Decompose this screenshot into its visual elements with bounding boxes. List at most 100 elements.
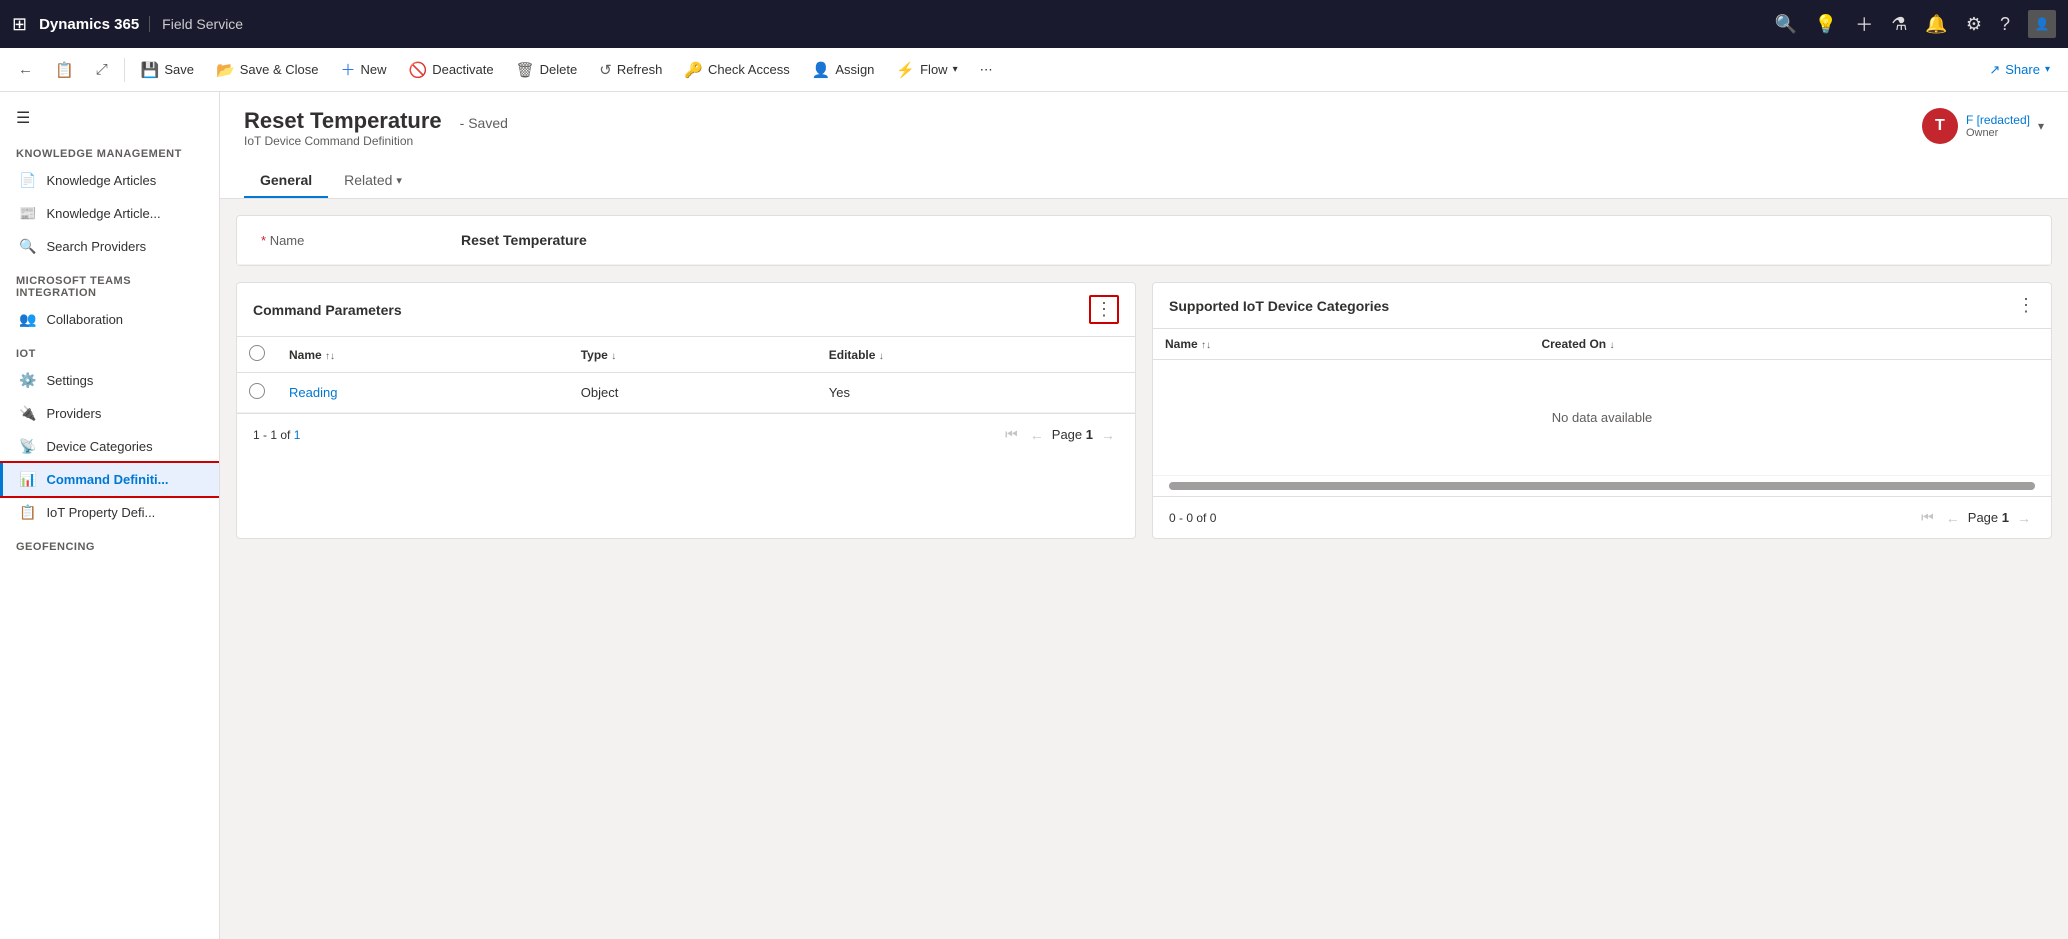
prev-page-button[interactable]: ← (1026, 425, 1048, 445)
tab-related-label: Related (344, 172, 392, 188)
expand-icon: ⤢ (96, 61, 108, 78)
sidebar-item-providers[interactable]: 🔌 Providers (0, 397, 219, 430)
sidebar-item-label: IoT Property Defi... (46, 505, 155, 520)
deactivate-label: Deactivate (432, 62, 493, 77)
col-name[interactable]: Name ↑↓ (277, 337, 569, 373)
supported-iot-panel: Supported IoT Device Categories ⋮ Name ↑… (1152, 282, 2052, 539)
back-button[interactable]: ← (8, 55, 43, 84)
owner-name[interactable]: F [redacted] (1966, 113, 2030, 127)
flow-button[interactable]: ⚡ Flow ▾ (886, 55, 967, 85)
sidebar-item-device-categories[interactable]: 📡 Device Categories (0, 430, 219, 463)
deactivate-icon: 🚫 (409, 61, 428, 79)
tab-general-label: General (260, 172, 312, 188)
delete-button[interactable]: 🗑 Delete (506, 55, 588, 85)
expand-button[interactable]: ⤢ (86, 55, 118, 84)
row-type: Object (569, 373, 817, 413)
no-data-row: No data available (1153, 360, 2051, 476)
content-area: Reset Temperature - Saved IoT Device Com… (220, 92, 2068, 939)
command-parameters-more-icon[interactable]: ⋮ (1089, 295, 1119, 324)
page-label: Page 1 (1052, 427, 1093, 442)
app-name: Field Service (149, 16, 243, 32)
iot-first-page-button[interactable]: ⏮ (1917, 507, 1938, 528)
first-page-button[interactable]: ⏮ (1001, 424, 1022, 445)
supported-iot-pagination: 0 - 0 of 0 ⏮ ← Page 1 → (1153, 496, 2051, 538)
settings-icon: ⚙️ (19, 372, 36, 389)
name-value[interactable]: Reset Temperature (461, 232, 587, 248)
supported-iot-header: Supported IoT Device Categories ⋮ (1153, 283, 2051, 329)
supported-iot-title: Supported IoT Device Categories (1169, 298, 1389, 314)
sidebar-item-knowledge-articles-2[interactable]: 📰 Knowledge Article... (0, 197, 219, 230)
sidebar-hamburger[interactable]: ☰ (0, 100, 219, 136)
save-button[interactable]: 💾 Save (131, 55, 204, 85)
supported-iot-more-icon[interactable]: ⋮ (2017, 295, 2035, 316)
horizontal-scrollbar[interactable] (1169, 482, 2035, 490)
row-name[interactable]: Reading (277, 373, 569, 413)
sidebar-item-settings[interactable]: ⚙️ Settings (0, 364, 219, 397)
lightbulb-icon[interactable]: 💡 (1815, 14, 1837, 35)
tab-related[interactable]: Related ▾ (328, 164, 418, 198)
row-checkbox[interactable] (237, 373, 277, 413)
checkbox-header[interactable] (237, 337, 277, 373)
share-button[interactable]: ↗ Share ▾ (1979, 56, 2060, 84)
pagination-total-link[interactable]: 1 (294, 428, 301, 442)
col-editable[interactable]: Editable ↓ (817, 337, 1135, 373)
record-title: Reset Temperature (244, 108, 442, 134)
iot-prev-page-button[interactable]: ← (1942, 508, 1964, 528)
knowledge-articles-2-icon: 📰 (19, 205, 36, 222)
knowledge-articles-icon: 📄 (19, 172, 36, 189)
header-checkbox[interactable] (249, 345, 265, 361)
refresh-icon: ↺ (599, 61, 612, 79)
brand: Dynamics 365 Field Service (39, 16, 243, 33)
plus-icon[interactable]: ＋ (1855, 11, 1873, 37)
save-icon: 💾 (141, 61, 160, 79)
refresh-button[interactable]: ↺ Refresh (589, 55, 672, 85)
form-view-button[interactable]: 📋 (45, 55, 84, 85)
sidebar-item-label: Knowledge Articles (46, 173, 156, 188)
user-avatar[interactable]: 👤 (2028, 10, 2056, 38)
share-label: Share (2005, 62, 2040, 77)
sidebar-item-command-definitions[interactable]: 📊 Command Definiti... (0, 463, 219, 496)
new-button[interactable]: ＋ New (330, 53, 396, 86)
gear-icon[interactable]: ⚙ (1966, 14, 1982, 35)
editable-sort-icon: ↓ (879, 351, 884, 362)
command-bar: ← 📋 ⤢ 💾 Save 📂 Save & Close ＋ New 🚫 Deac… (0, 48, 2068, 92)
check-access-button[interactable]: 🔑 Check Access (674, 55, 799, 85)
search-providers-icon: 🔍 (19, 238, 36, 255)
sidebar-item-label: Collaboration (46, 312, 123, 327)
assign-label: Assign (835, 62, 874, 77)
iot-col-name[interactable]: Name ↑↓ (1153, 329, 1529, 360)
sidebar-item-search-providers[interactable]: 🔍 Search Providers (0, 230, 219, 263)
tab-general[interactable]: General (244, 164, 328, 198)
share-dropdown-icon: ▾ (2045, 64, 2050, 75)
save-close-button[interactable]: 📂 Save & Close (206, 55, 328, 85)
app-grid-icon[interactable]: ⊞ (12, 14, 27, 35)
sidebar-item-collaboration[interactable]: 👥 Collaboration (0, 303, 219, 336)
type-sort-icon: ↓ (611, 351, 616, 362)
command-parameters-panel: Command Parameters ⋮ Name ↑↓ (236, 282, 1136, 539)
help-icon[interactable]: ? (2000, 14, 2010, 35)
iot-col-created-on[interactable]: Created On ↓ (1529, 329, 2051, 360)
owner-dropdown-icon[interactable]: ▾ (2038, 119, 2044, 133)
sidebar-section-geofencing: Geofencing (0, 529, 219, 557)
sidebar-item-iot-property-defs[interactable]: 📋 IoT Property Defi... (0, 496, 219, 529)
row-checkbox-circle[interactable] (249, 383, 265, 399)
owner-area: T F [redacted] Owner ▾ (1922, 108, 2044, 144)
owner-avatar: T (1922, 108, 1958, 144)
new-label: New (361, 62, 387, 77)
filter-icon[interactable]: ⚗ (1891, 14, 1907, 35)
name-form-section: * Name Reset Temperature (236, 215, 2052, 266)
no-data-message: No data available (1165, 370, 2039, 465)
sidebar-item-knowledge-articles[interactable]: 📄 Knowledge Articles (0, 164, 219, 197)
sidebar-item-label: Providers (46, 406, 101, 421)
search-icon[interactable]: 🔍 (1774, 14, 1796, 35)
bell-icon[interactable]: 🔔 (1925, 14, 1947, 35)
iot-next-page-button[interactable]: → (2013, 508, 2035, 528)
sidebar-item-label: Settings (46, 373, 93, 388)
assign-button[interactable]: 👤 Assign (802, 55, 885, 85)
record-subtitle: IoT Device Command Definition (244, 134, 508, 148)
next-page-button[interactable]: → (1097, 425, 1119, 445)
deactivate-button[interactable]: 🚫 Deactivate (399, 55, 504, 85)
col-type[interactable]: Type ↓ (569, 337, 817, 373)
navigation-buttons: ← 📋 ⤢ (8, 55, 118, 85)
more-button[interactable]: ⋯ (970, 56, 1003, 84)
